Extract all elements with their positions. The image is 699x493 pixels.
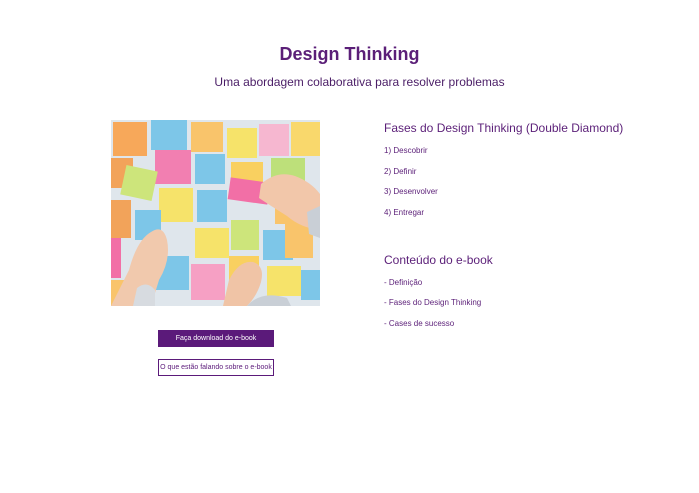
content-item: - Fases do Design Thinking [384, 298, 482, 307]
phase-item: 4) Entregar [384, 208, 425, 217]
sticky-notes-photo [111, 120, 320, 306]
phase-item: 3) Desenvolver [384, 187, 438, 196]
phase-item: 2) Definir [384, 167, 417, 176]
content-item: - Definição [384, 278, 423, 287]
download-ebook-button[interactable]: Faça download do e-book [158, 330, 274, 347]
content-heading: Conteúdo do e-book [384, 253, 493, 267]
reviews-button[interactable]: O que estão falando sobre o e-book [158, 359, 274, 376]
page-title: Design Thinking [279, 44, 420, 64]
page: Design Thinking Uma abordagem colaborati… [0, 0, 699, 493]
phase-item: 1) Descobrir [384, 146, 428, 155]
content-item: - Cases de sucesso [384, 319, 455, 328]
phases-heading: Fases do Design Thinking (Double Diamond… [384, 121, 624, 135]
page-subtitle: Uma abordagem colaborativa para resolver… [214, 75, 505, 89]
